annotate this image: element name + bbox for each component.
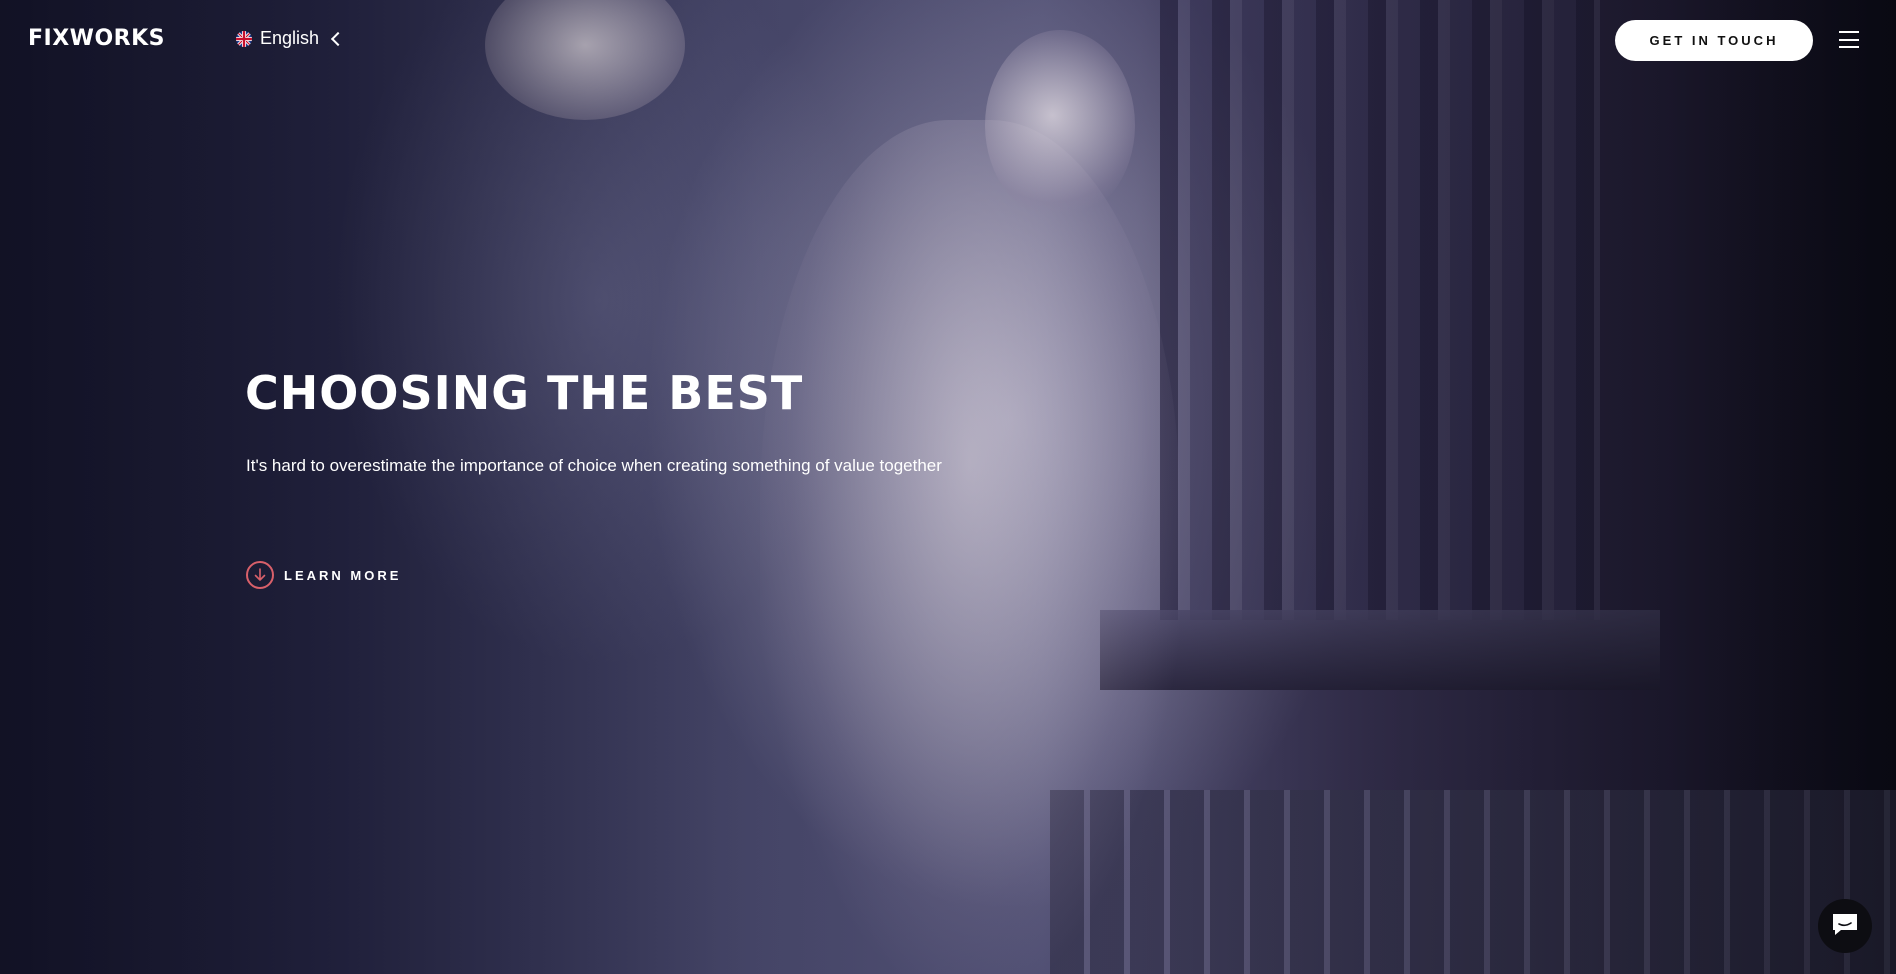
get-in-touch-button[interactable]: GET IN TOUCH bbox=[1615, 20, 1813, 61]
language-selector[interactable]: English bbox=[236, 28, 346, 49]
background-vignette bbox=[0, 0, 1896, 974]
chevron-left-icon bbox=[330, 31, 346, 46]
statue-figure bbox=[760, 120, 1180, 974]
logo[interactable]: FIXWORKS bbox=[28, 26, 165, 51]
chat-icon bbox=[1830, 911, 1860, 942]
language-label: English bbox=[260, 28, 320, 48]
hero-title: CHOOSING THE BEST bbox=[245, 366, 804, 420]
arrow-down-circle-icon bbox=[246, 561, 274, 589]
uk-flag-icon bbox=[236, 30, 252, 47]
hero-section: FIXWORKS English GET IN TOUCH CHOOSING T… bbox=[0, 0, 1896, 974]
hero-subtitle: It's hard to overestimate the importance… bbox=[246, 456, 942, 475]
background-plinth bbox=[1050, 790, 1896, 974]
statue-head bbox=[985, 30, 1135, 220]
learn-more-button[interactable]: LEARN MORE bbox=[246, 561, 401, 589]
statue-discus bbox=[485, 0, 685, 120]
chat-widget-button[interactable] bbox=[1818, 899, 1872, 953]
background-column-base bbox=[1100, 610, 1660, 690]
hamburger-menu-icon[interactable] bbox=[1839, 31, 1859, 48]
learn-more-label: LEARN MORE bbox=[284, 567, 402, 583]
background-column bbox=[1160, 0, 1600, 620]
